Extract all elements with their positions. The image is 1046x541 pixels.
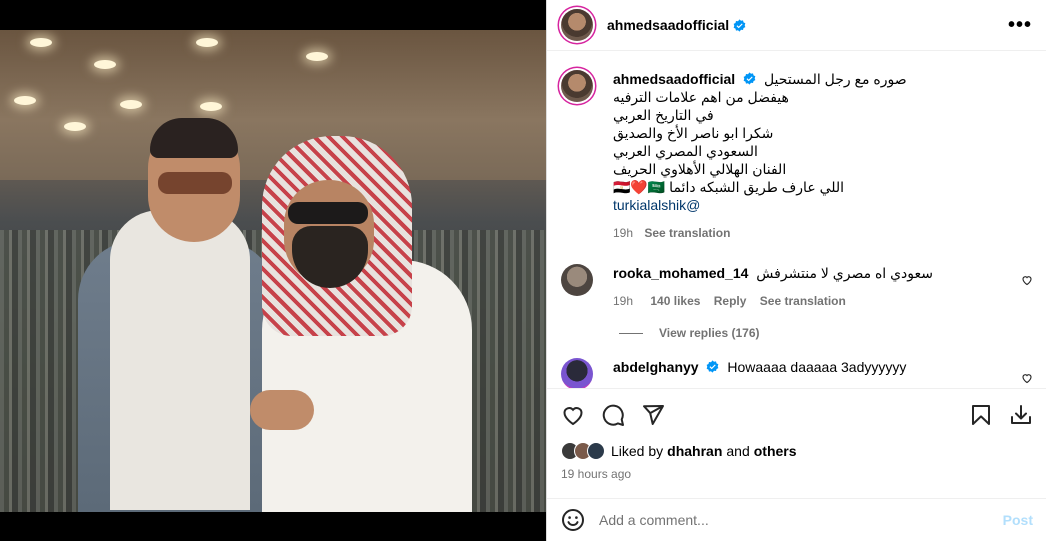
- post-image-panel: [0, 0, 546, 541]
- liked-by-prefix: Liked by: [611, 443, 664, 459]
- caption-line: في التاريخ العربي: [613, 107, 714, 123]
- liked-by-user[interactable]: dhahran: [667, 443, 722, 459]
- comment-text: سعودي اه مصري لا منتشرفش: [756, 265, 933, 281]
- heart-icon[interactable]: [561, 403, 585, 427]
- post-actions: Liked by dhahran and others 19 hours ago: [547, 388, 1046, 481]
- comment-body: abdelghanyy Howaaaa daaaaa 3adyyyyyy: [613, 358, 1003, 388]
- reply-button[interactable]: Reply: [714, 294, 747, 308]
- comment-icon[interactable]: [601, 403, 625, 427]
- emoji-icon[interactable]: [561, 508, 585, 532]
- comment-likes[interactable]: 140 likes: [650, 294, 700, 308]
- post-caption: ahmedsaadofficial صوره مع رجل المستحيل ه…: [547, 58, 1046, 242]
- verified-badge-icon: [733, 18, 746, 32]
- post-side-panel: ahmedsaadofficial ••• ahmedsaadofficial: [546, 0, 1046, 541]
- caption-author[interactable]: ahmedsaadofficial: [613, 71, 735, 87]
- caption-meta: 19h See translation: [613, 224, 1013, 242]
- download-icon[interactable]: [1009, 403, 1033, 427]
- caption-line: شكرا ابو ناصر الأخ والصديق: [613, 125, 774, 141]
- see-translation-link[interactable]: See translation: [644, 226, 730, 240]
- comment-item: rooka_mohamed_14 سعودي اه مصري لا منتشرف…: [547, 264, 1046, 310]
- comment-body: rooka_mohamed_14 سعودي اه مصري لا منتشرف…: [613, 264, 1003, 310]
- see-translation-link[interactable]: See translation: [760, 294, 846, 308]
- comment-like-heart-icon[interactable]: [1021, 372, 1033, 384]
- author-username[interactable]: ahmedsaadofficial: [607, 17, 729, 33]
- comment-item: abdelghanyy Howaaaa daaaaa 3adyyyyyy: [547, 358, 1046, 388]
- post-timestamp[interactable]: 19 hours ago: [561, 467, 1033, 481]
- likes-summary: Liked by dhahran and others: [561, 441, 1033, 461]
- photo-light: [64, 122, 86, 131]
- photo-sunglasses: [158, 172, 232, 194]
- share-icon[interactable]: [641, 403, 665, 427]
- liker-avatars[interactable]: [561, 442, 605, 460]
- photo-light: [306, 52, 328, 61]
- comment-like-heart-icon[interactable]: [1021, 274, 1033, 286]
- comment-text: Howaaaa daaaaa 3adyyyyyy: [727, 359, 907, 375]
- add-comment-bar: Post: [547, 498, 1046, 541]
- photo-light: [200, 102, 222, 111]
- verified-badge-icon: [743, 72, 756, 85]
- photo-light: [30, 38, 52, 47]
- comments-section: ahmedsaadofficial صوره مع رجل المستحيل ه…: [547, 58, 1046, 388]
- photo-light: [196, 38, 218, 47]
- author-avatar[interactable]: [561, 9, 593, 41]
- liked-by-connector: and: [726, 443, 750, 459]
- comment-time[interactable]: 19h: [613, 294, 633, 308]
- caption-line: صوره مع رجل المستحيل: [763, 71, 907, 87]
- caption-mention-link[interactable]: turkialalshik@: [613, 196, 1013, 214]
- post-photo[interactable]: [0, 30, 546, 512]
- caption-body: ahmedsaadofficial صوره مع رجل المستحيل ه…: [613, 70, 1013, 242]
- comment-avatar[interactable]: [561, 264, 593, 296]
- photo-ceiling: [0, 30, 546, 180]
- post-comment-button[interactable]: Post: [1003, 512, 1033, 528]
- photo-light: [94, 60, 116, 69]
- comment-avatar[interactable]: [561, 358, 593, 388]
- comment-username[interactable]: abdelghanyy: [613, 359, 699, 375]
- comment-username[interactable]: rooka_mohamed_14: [613, 265, 748, 281]
- liker-avatar: [587, 442, 605, 460]
- verified-badge-icon: [707, 360, 719, 373]
- caption-line: السعودي المصري العربي: [613, 143, 758, 159]
- instagram-post-view: ahmedsaadofficial ••• ahmedsaadofficial: [0, 0, 1046, 541]
- post-header: ahmedsaadofficial •••: [547, 0, 1046, 51]
- photo-sunglasses: [288, 202, 368, 224]
- bookmark-icon[interactable]: [969, 403, 993, 427]
- replies-divider: [619, 332, 643, 334]
- view-replies-label: View replies (176): [659, 326, 760, 340]
- photo-light: [120, 100, 142, 109]
- caption-line: اللي عارف طريق الشبكه دائما 🇪🇬❤️🇸🇦: [613, 179, 845, 195]
- photo-handshake: [250, 390, 314, 430]
- view-replies-button[interactable]: View replies (176): [619, 326, 1046, 340]
- caption-time[interactable]: 19h: [613, 226, 633, 240]
- add-comment-input[interactable]: [599, 512, 1003, 528]
- caption-line: الفنان الهلالي الأهلاوي الحريف: [613, 161, 787, 177]
- photo-person-left-hoodie: [110, 210, 250, 510]
- more-options-icon[interactable]: •••: [1008, 14, 1032, 37]
- action-icons-row: [561, 389, 1033, 441]
- photo-light: [14, 96, 36, 105]
- caption-author-avatar[interactable]: [561, 70, 593, 102]
- liked-by-others[interactable]: others: [754, 443, 797, 459]
- caption-line: هيفضل من اهم علامات الترفيه: [613, 89, 789, 105]
- comment-meta: 19h 140 likes Reply See translation: [613, 292, 1003, 310]
- photo-person-left-hair: [150, 118, 238, 158]
